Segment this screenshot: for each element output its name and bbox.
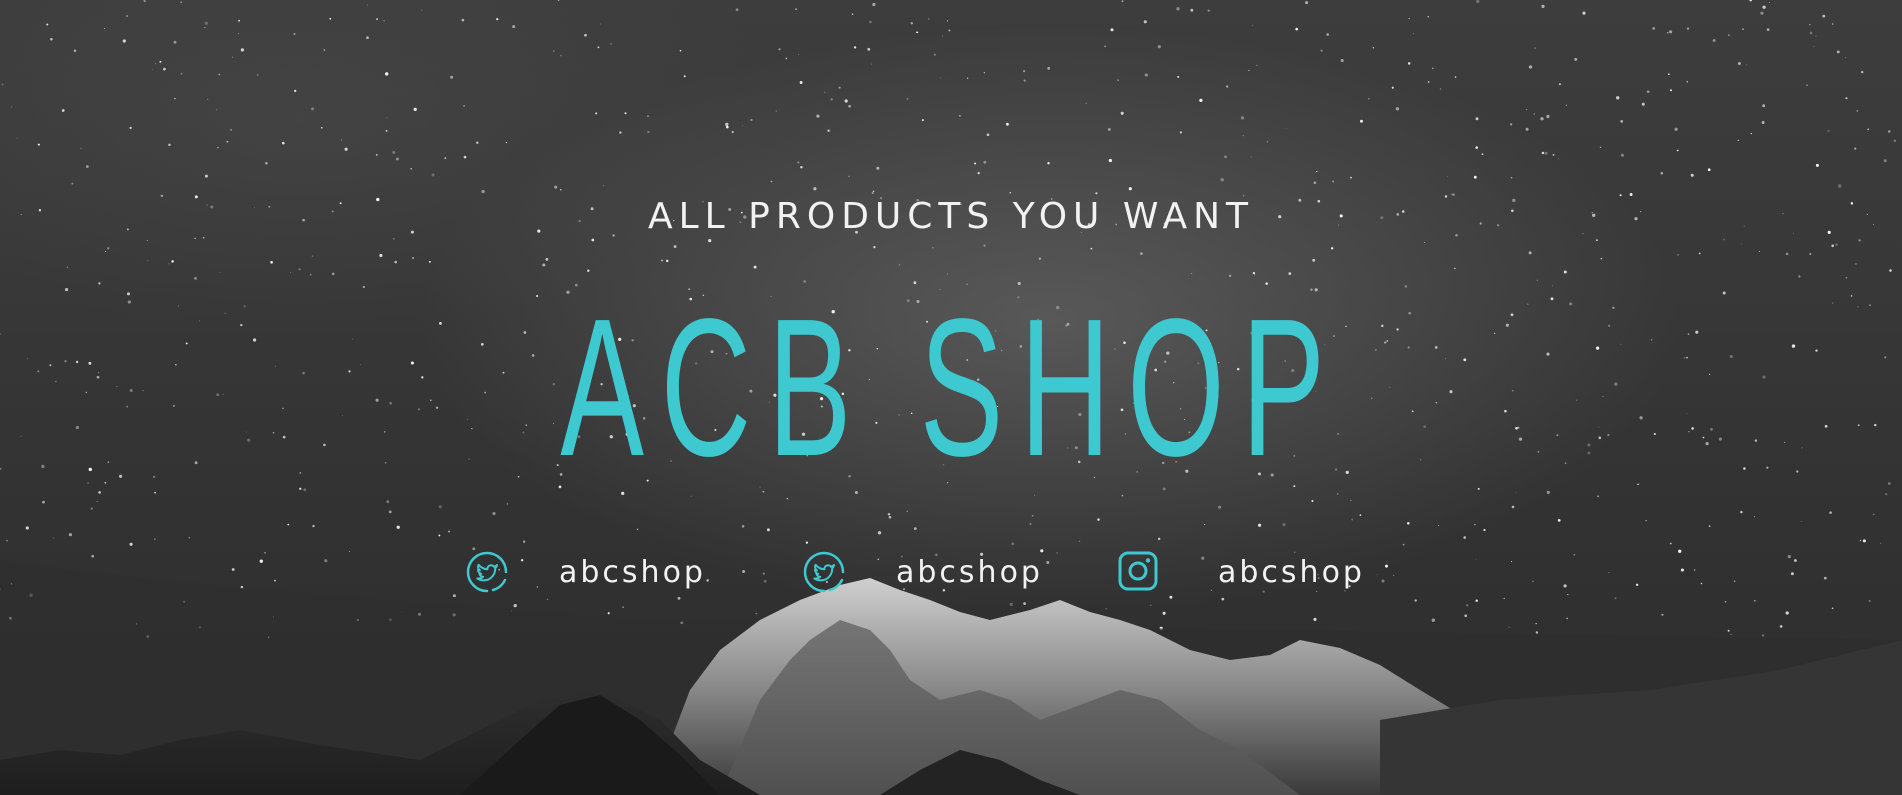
social-link-twitter[interactable]: abcshop [465, 550, 706, 594]
social-link-instagram[interactable]: abcshop [1116, 550, 1365, 594]
social-links: abcshop abcshop abcshop [0, 550, 1902, 594]
social-handle: abcshop [896, 554, 1043, 590]
tagline: ALL PRODUCTS YOU WANT [647, 196, 1255, 237]
social-handle: abcshop [559, 554, 706, 590]
twitter-icon [802, 550, 846, 594]
shop-title: ACB SHOP [560, 278, 1342, 497]
social-handle: abcshop [1218, 554, 1365, 590]
banner: ALL PRODUCTS YOU WANT ACB SHOP abcshop a… [0, 0, 1902, 795]
social-link-twitter[interactable]: abcshop [802, 550, 1043, 594]
instagram-icon [1116, 550, 1160, 594]
twitter-icon [465, 550, 509, 594]
